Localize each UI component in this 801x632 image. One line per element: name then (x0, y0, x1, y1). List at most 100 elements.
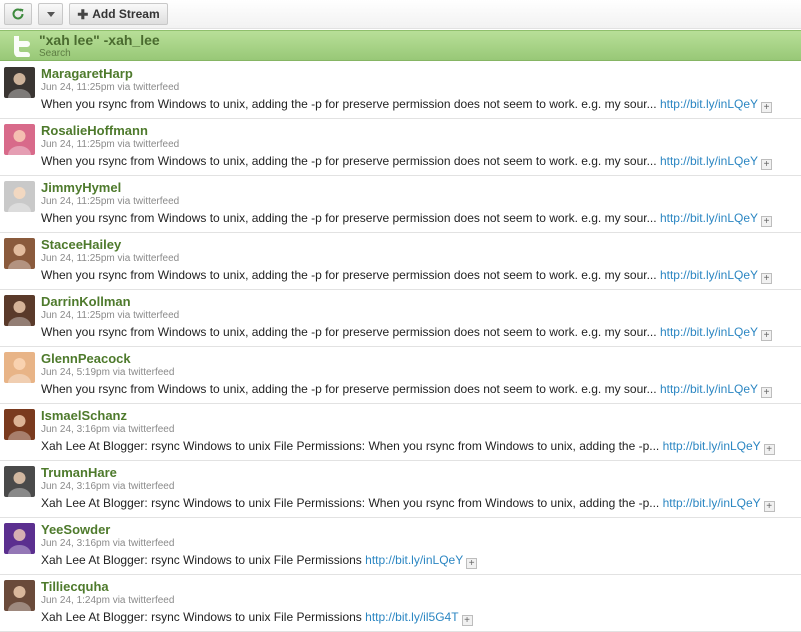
avatar-image (4, 466, 35, 497)
tweet-body: When you rsync from Windows to unix, add… (41, 268, 657, 282)
avatar-image (4, 124, 35, 155)
tweet-username[interactable]: JimmyHymel (41, 180, 121, 195)
avatar-face (13, 415, 26, 427)
tweet-meta: Jun 24, 5:19pm via twitterfeed (41, 367, 175, 378)
expand-icon[interactable]: + (761, 159, 773, 170)
tweet-row: Tilliecquha Jun 24, 1:24pm via twitterfee… (0, 575, 801, 632)
tweet-meta: Jun 24, 1:24pm via twitterfeed (41, 595, 175, 606)
tweet-username[interactable]: DarrinKollman (41, 294, 131, 309)
tweet-body: Xah Lee At Blogger: rsync Windows to uni… (41, 553, 362, 567)
tweet-username[interactable]: StaceeHailey (41, 237, 121, 252)
tweet-meta: Jun 24, 11:25pm via twitterfeed (41, 139, 180, 150)
avatar[interactable] (4, 352, 35, 383)
tweet-text: When you rsync from Windows to unix, add… (41, 211, 791, 227)
avatar-image (4, 409, 35, 440)
avatar-image (4, 181, 35, 212)
tweet-body: Xah Lee At Blogger: rsync Windows to uni… (41, 496, 660, 510)
tweet-text: When you rsync from Windows to unix, add… (41, 97, 791, 113)
plus-icon: ✚ (77, 6, 89, 22)
tweet-body: When you rsync from Windows to unix, add… (41, 325, 657, 339)
tweet-text: Xah Lee At Blogger: rsync Windows to uni… (41, 439, 791, 455)
refresh-icon (12, 8, 24, 20)
avatar[interactable] (4, 238, 35, 269)
tweet-text: When you rsync from Windows to unix, add… (41, 268, 791, 284)
tweet-link[interactable]: http://bit.ly/inLQeY (660, 97, 758, 111)
tweet-body: When you rsync from Windows to unix, add… (41, 154, 657, 168)
expand-icon[interactable]: + (763, 444, 775, 455)
avatar[interactable] (4, 523, 35, 554)
expand-icon[interactable]: + (761, 387, 773, 398)
refresh-button[interactable] (4, 3, 32, 25)
avatar-image (4, 523, 35, 554)
tweet-row: DarrinKollman Jun 24, 11:25pm via twitter… (0, 290, 801, 347)
expand-icon[interactable]: + (466, 558, 478, 569)
tweet-link[interactable]: http://bit.ly/inLQeY (663, 496, 761, 510)
avatar[interactable] (4, 124, 35, 155)
tweet-row: RosalieHoffmann Jun 24, 11:25pm via twitt… (0, 119, 801, 176)
tweet-link[interactable]: http://bit.ly/inLQeY (660, 382, 758, 396)
avatar[interactable] (4, 580, 35, 611)
expand-icon[interactable]: + (461, 615, 473, 626)
tweet-body: Xah Lee At Blogger: rsync Windows to uni… (41, 439, 660, 453)
tweet-text: When you rsync from Windows to unix, add… (41, 154, 791, 170)
tweet-link[interactable]: http://bit.ly/inLQeY (365, 553, 463, 567)
tweet-link[interactable]: http://bit.ly/inLQeY (660, 154, 758, 168)
expand-icon[interactable]: + (761, 216, 773, 227)
avatar-image (4, 295, 35, 326)
tweet-username[interactable]: RosalieHoffmann (41, 123, 148, 138)
tweet-text: Xah Lee At Blogger: rsync Windows to uni… (41, 553, 791, 569)
stream-subtitle: Search (39, 48, 71, 59)
tweet-text: When you rsync from Windows to unix, add… (41, 382, 791, 398)
avatar[interactable] (4, 181, 35, 212)
tweet-meta: Jun 24, 11:25pm via twitterfeed (41, 196, 180, 207)
tweet-meta: Jun 24, 3:16pm via twitterfeed (41, 424, 175, 435)
tweet-row: JimmyHymel Jun 24, 11:25pm via twitterfee… (0, 176, 801, 233)
expand-icon[interactable]: + (761, 330, 773, 341)
tweet-row: StaceeHailey Jun 24, 11:25pm via twitterf… (0, 233, 801, 290)
tweet-link[interactable]: http://bit.ly/inLQeY (660, 325, 758, 339)
tweet-username[interactable]: GlennPeacock (41, 351, 131, 366)
avatar-face (13, 73, 26, 85)
add-stream-button[interactable]: ✚ Add Stream (69, 3, 168, 25)
tweet-username[interactable]: MaragaretHarp (41, 66, 133, 81)
tweet-text: When you rsync from Windows to unix, add… (41, 325, 791, 341)
tweet-username[interactable]: IsmaelSchanz (41, 408, 127, 423)
expand-icon[interactable]: + (761, 102, 773, 113)
tweet-row: YeeSowder Jun 24, 3:16pm via twitterfeed X… (0, 518, 801, 575)
avatar-image (4, 238, 35, 269)
tweet-link[interactable]: http://bit.ly/il5G4T (365, 610, 458, 624)
tweet-body: When you rsync from Windows to unix, add… (41, 211, 657, 225)
stream-menu-button[interactable] (38, 3, 63, 25)
avatar-face (13, 472, 26, 484)
avatar[interactable] (4, 466, 35, 497)
tweet-row: TrumanHare Jun 24, 3:16pm via twitterfeed… (0, 461, 801, 518)
tweet-username[interactable]: Tilliecquha (41, 579, 109, 594)
tweet-meta: Jun 24, 3:16pm via twitterfeed (41, 481, 175, 492)
tweet-link[interactable]: http://bit.ly/inLQeY (660, 268, 758, 282)
expand-icon[interactable]: + (763, 501, 775, 512)
tweet-username[interactable]: TrumanHare (41, 465, 117, 480)
tweet-body: Xah Lee At Blogger: rsync Windows to uni… (41, 610, 362, 624)
tweet-meta: Jun 24, 11:25pm via twitterfeed (41, 82, 180, 93)
tweet-row: IsmaelSchanz Jun 24, 3:16pm via twitterfe… (0, 404, 801, 461)
tweet-text: Xah Lee At Blogger: rsync Windows to uni… (41, 496, 791, 512)
avatar-face (13, 187, 26, 199)
avatar-face (13, 529, 26, 541)
stream-header: "xah lee" -xah_lee Search (0, 30, 801, 61)
avatar-face (13, 586, 26, 598)
avatar-face (13, 244, 26, 256)
avatar[interactable] (4, 67, 35, 98)
stream-title: "xah lee" -xah_lee (39, 32, 160, 48)
chevron-down-icon (46, 11, 55, 17)
avatar[interactable] (4, 295, 35, 326)
tweet-link[interactable]: http://bit.ly/inLQeY (660, 211, 758, 225)
tweet-link[interactable]: http://bit.ly/inLQeY (663, 439, 761, 453)
tweet-username[interactable]: YeeSowder (41, 522, 110, 537)
tweet-meta: Jun 24, 3:16pm via twitterfeed (41, 538, 175, 549)
expand-icon[interactable]: + (761, 273, 773, 284)
tweet-body: When you rsync from Windows to unix, add… (41, 97, 657, 111)
tweet-body: When you rsync from Windows to unix, add… (41, 382, 657, 396)
avatar[interactable] (4, 409, 35, 440)
avatar-image (4, 67, 35, 98)
tweet-meta: Jun 24, 11:25pm via twitterfeed (41, 310, 180, 321)
